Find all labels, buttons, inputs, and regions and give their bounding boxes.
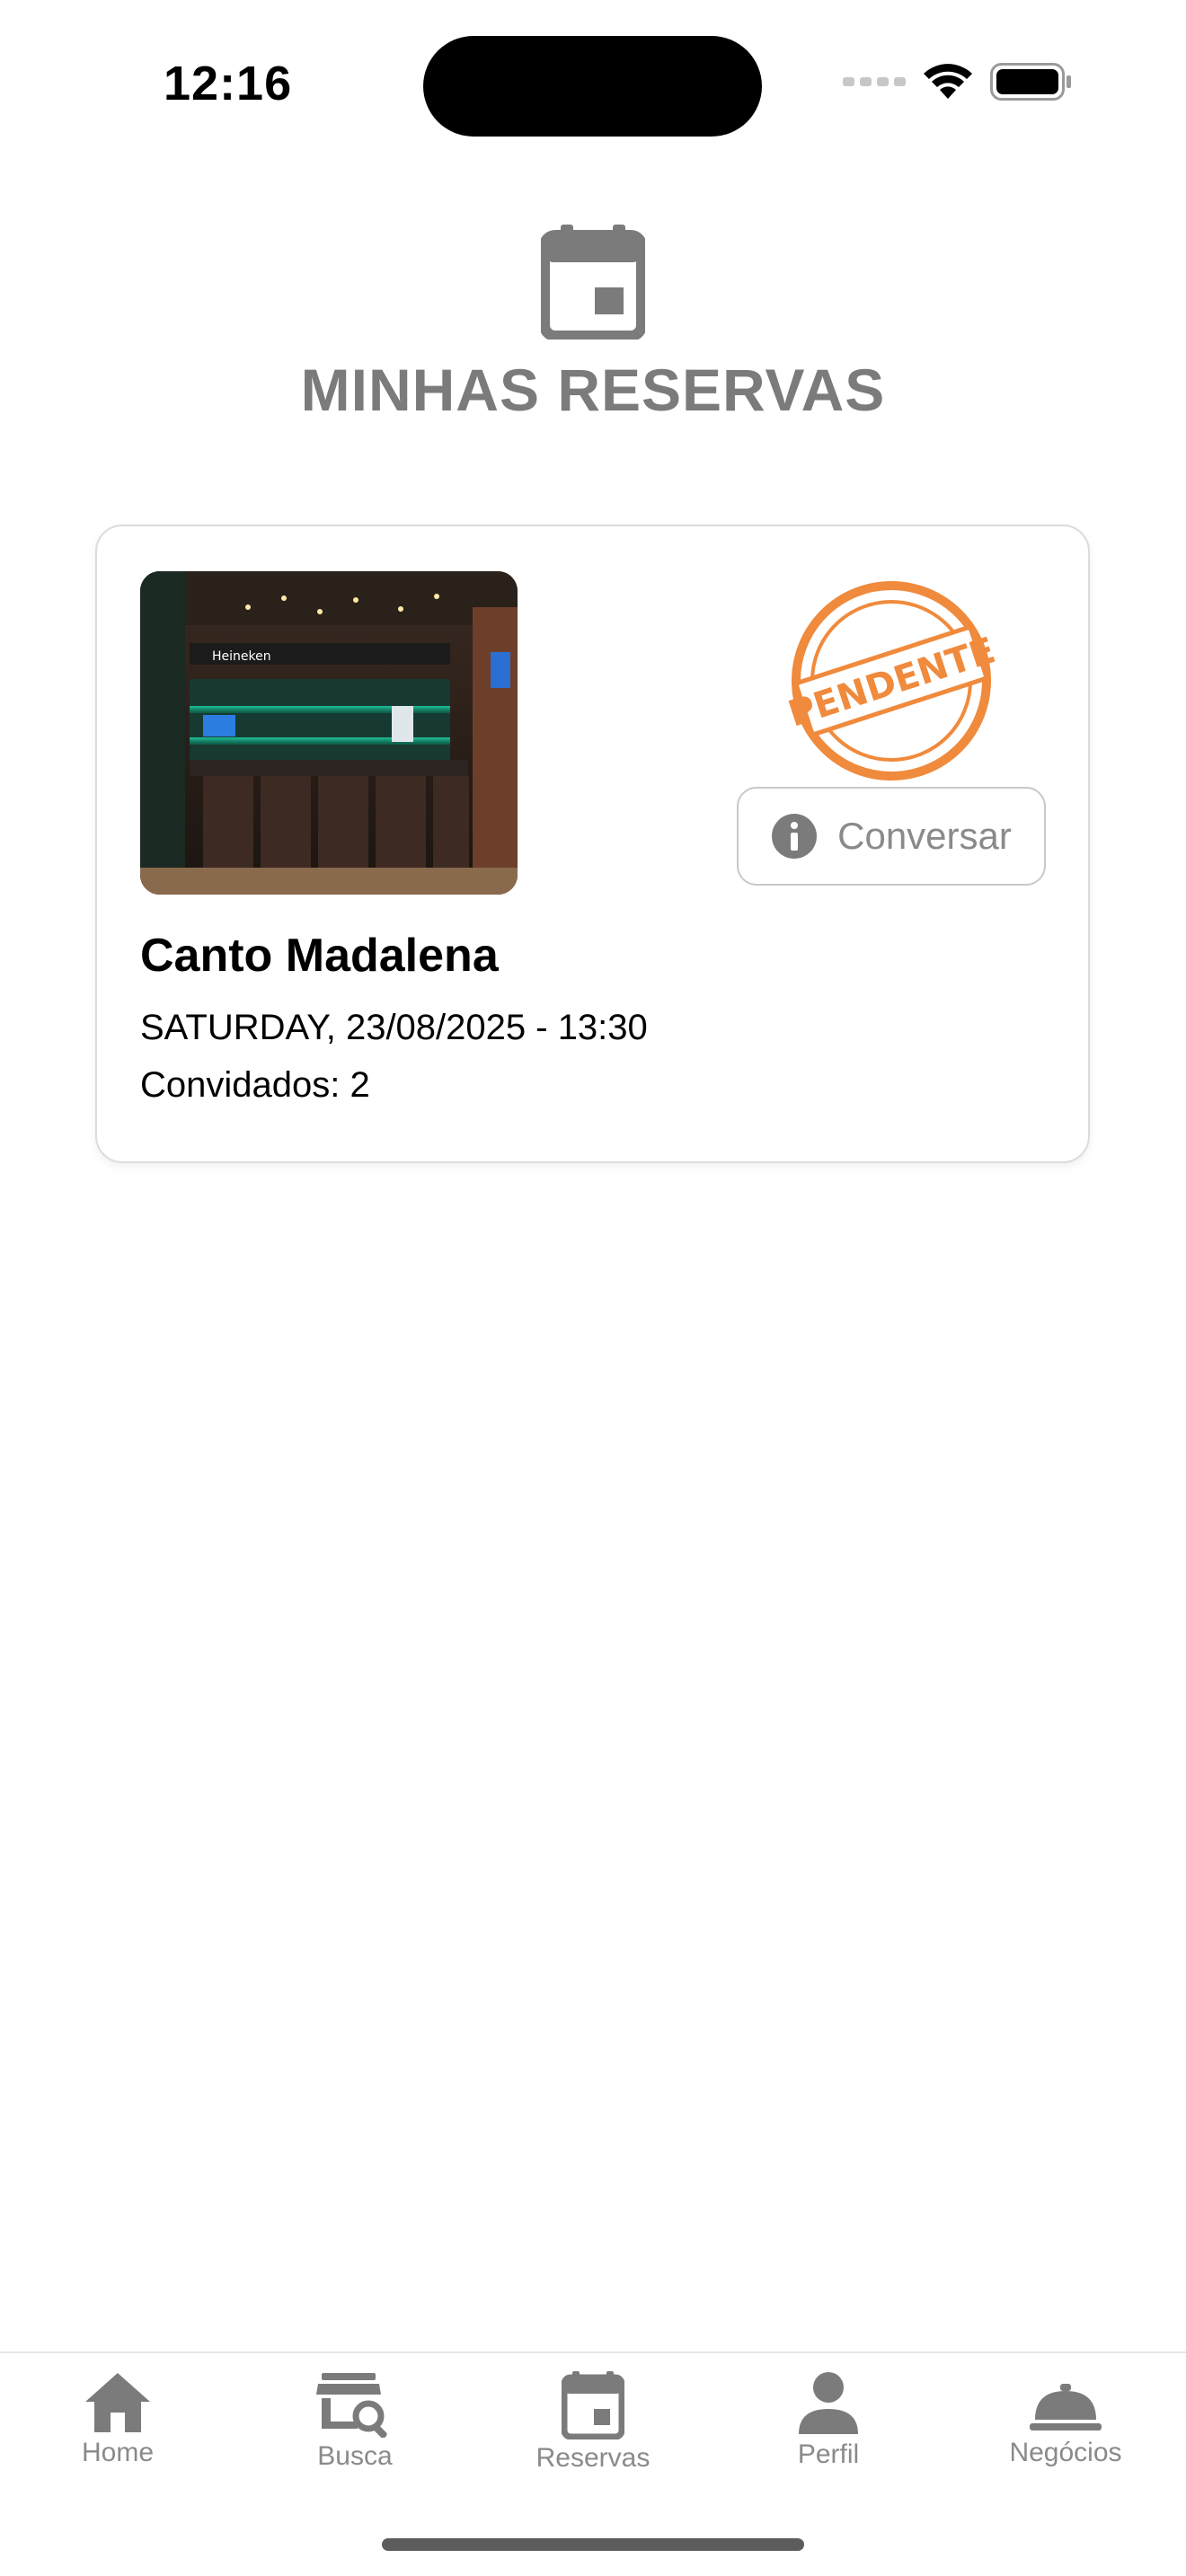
tab-perfil[interactable]: Perfil [739,2371,918,2470]
page-title: MINHAS RESERVAS [300,357,886,423]
battery-icon [990,63,1071,101]
chat-button[interactable]: Conversar [737,787,1046,886]
calendar-icon [562,2371,624,2439]
tab-home[interactable]: Home [28,2371,208,2468]
home-icon [85,2373,150,2432]
page-header: MINHAS RESERVAS [0,225,1186,424]
guest-count: Convidados: 2 [140,1065,370,1105]
tab-reservas[interactable]: Reservas [503,2371,683,2474]
wifi-icon [924,64,972,99]
tab-busca-label: Busca [317,2441,393,2471]
dynamic-island [423,36,762,137]
tab-negocios-label: Negócios [1009,2438,1122,2467]
cloche-icon [1030,2384,1102,2430]
home-indicator [382,2538,804,2551]
info-icon [772,814,818,859]
status-icons [843,63,1073,101]
tab-negocios[interactable]: Negócios [976,2371,1155,2468]
status-time: 12:16 [164,57,293,110]
tab-perfil-label: Perfil [797,2439,860,2469]
venue-photo: Heineken [140,571,518,895]
cellular-signal-icon [843,77,906,86]
venue-name: Canto Madalena [140,930,499,982]
photo-sign-text: Heineken [212,649,271,664]
person-icon [799,2372,858,2434]
pending-status-stamp: PENDENTE [783,577,1000,790]
tab-busca[interactable]: Busca [265,2371,445,2472]
reservation-datetime: SATURDAY, 23/08/2025 - 13:30 [140,1008,648,1047]
store-search-icon [316,2373,387,2438]
calendar-icon [541,225,645,340]
reservation-card[interactable]: Heineken PENDENTE Conversar Canto Madale… [95,525,1090,1163]
reservations-screen: 12:16 MINHAS RESERVAS Heineken PENDENTE … [0,0,1186,2576]
chat-button-label: Conversar [837,815,1012,857]
tab-home-label: Home [81,2438,155,2467]
tab-reservas-label: Reservas [535,2443,651,2473]
